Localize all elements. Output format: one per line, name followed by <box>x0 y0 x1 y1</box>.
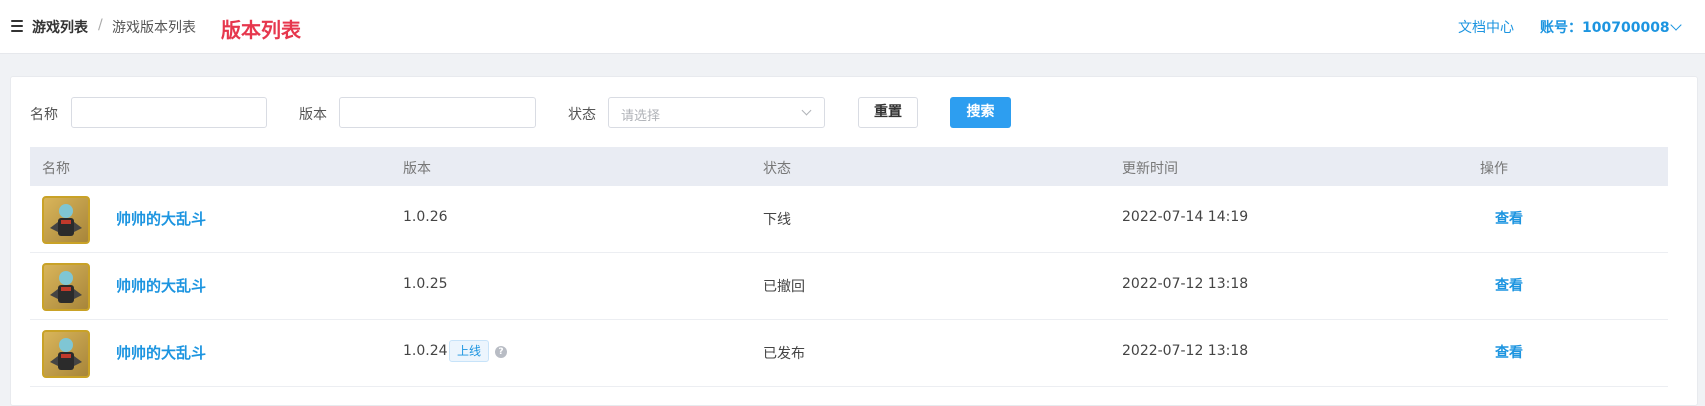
menu-icon[interactable] <box>11 20 23 32</box>
reset-button[interactable]: 重置 <box>858 97 918 128</box>
table-header: 名称 版本 状态 更新时间 操作 <box>30 147 1668 186</box>
name-filter-input[interactable] <box>71 97 267 128</box>
updated-time: 2022-07-14 14:19 <box>1122 209 1249 225</box>
status-value: 已撤回 <box>763 279 805 295</box>
status-filter-label: 状态 <box>568 107 596 123</box>
version-filter-label: 版本 <box>299 107 327 123</box>
column-header-version: 版本 <box>403 161 431 177</box>
version-value: 1.0.25 <box>403 276 448 292</box>
updated-time: 2022-07-12 13:18 <box>1122 343 1249 359</box>
help-icon[interactable]: ? <box>495 346 507 358</box>
view-button[interactable]: 查看 <box>1495 208 1523 228</box>
column-header-actions: 操作 <box>1480 161 1508 177</box>
chevron-down-icon[interactable] <box>1670 19 1682 31</box>
table-row: 帅帅的大乱斗 1.0.25 已撤回 2022-07-12 13:18 查看 <box>30 253 1668 320</box>
column-header-status: 状态 <box>763 161 791 177</box>
breadcrumb-separator: / <box>98 17 103 33</box>
version-value: 1.0.26 <box>403 209 448 225</box>
top-bar: 游戏列表 / 游戏版本列表 版本列表 文档中心 账号：100700008 <box>0 0 1705 54</box>
game-name-link[interactable]: 帅帅的大乱斗 <box>116 208 206 229</box>
table-row: 帅帅的大乱斗 1.0.24 上线 ? 已发布 2022-07-12 13:18 … <box>30 320 1668 387</box>
search-button[interactable]: 搜索 <box>950 97 1011 128</box>
chevron-down-icon <box>801 105 812 116</box>
status-value: 已发布 <box>763 346 805 362</box>
view-button[interactable]: 查看 <box>1495 342 1523 362</box>
column-header-name: 名称 <box>42 161 70 177</box>
game-thumbnail <box>42 263 90 311</box>
game-name-link[interactable]: 帅帅的大乱斗 <box>116 342 206 363</box>
game-thumbnail <box>42 196 90 244</box>
page-title: 版本列表 <box>221 18 301 42</box>
version-filter-input[interactable] <box>339 97 536 128</box>
table-row: 帅帅的大乱斗 1.0.26 下线 2022-07-14 14:19 查看 <box>30 186 1668 253</box>
breadcrumb-game-list[interactable]: 游戏列表 <box>32 17 88 37</box>
updated-time: 2022-07-12 13:18 <box>1122 276 1249 292</box>
column-header-updated: 更新时间 <box>1122 161 1178 177</box>
name-filter-label: 名称 <box>30 107 58 123</box>
doc-center-link[interactable]: 文档中心 <box>1458 17 1514 37</box>
game-thumbnail <box>42 330 90 378</box>
view-button[interactable]: 查看 <box>1495 275 1523 295</box>
status-filter-select[interactable]: 请选择 <box>608 97 825 128</box>
status-value: 下线 <box>763 212 791 228</box>
game-name-link[interactable]: 帅帅的大乱斗 <box>116 275 206 296</box>
account-menu[interactable]: 账号：100700008 <box>1540 17 1670 37</box>
breadcrumb-version-list: 游戏版本列表 <box>112 20 196 36</box>
status-select-placeholder: 请选择 <box>621 109 661 124</box>
version-value: 1.0.24 <box>403 343 448 359</box>
online-badge: 上线 <box>449 340 490 362</box>
